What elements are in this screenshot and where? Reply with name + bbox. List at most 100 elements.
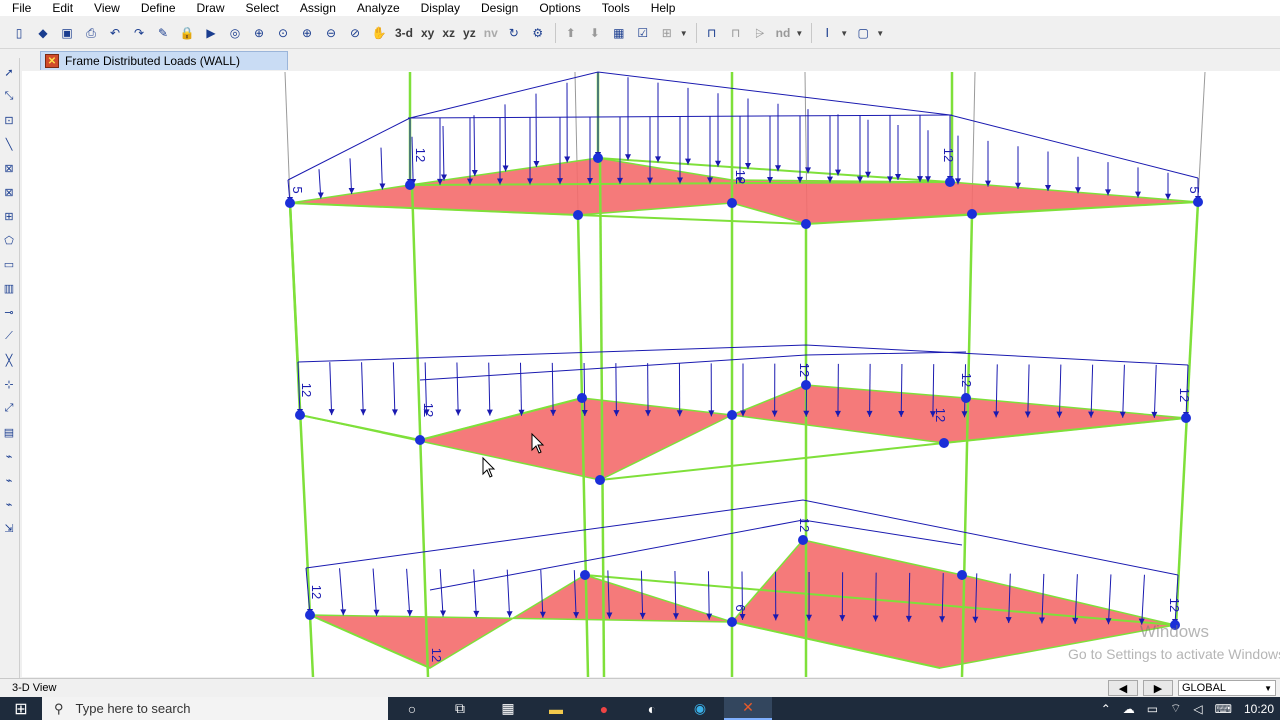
draw-link-icon[interactable]: ⊸ [0, 302, 18, 322]
menu-tools[interactable]: Tools [590, 1, 639, 15]
redo-icon[interactable]: ↷ [128, 22, 150, 44]
cortana-icon[interactable]: ○ [388, 697, 436, 720]
draw-section-cut-icon[interactable]: ⤢ [0, 398, 18, 418]
i-beam-icon[interactable]: Ⅰ [816, 22, 838, 44]
area-section-icon[interactable]: ▢ [852, 22, 874, 44]
tab-frame-distributed-loads[interactable]: ✕ Frame Distributed Loads (WALL) [40, 51, 288, 70]
model-viewport[interactable]: 12 12 5 5 12 12 12 12 12 12 12 12 6 12 12 12 [22, 71, 1280, 677]
sap2000-taskbar-icon[interactable]: ✕ [724, 697, 772, 720]
set-display-options-icon[interactable]: ☑ [632, 22, 654, 44]
rotate-icon[interactable]: ↻ [503, 22, 525, 44]
menu-display[interactable]: Display [409, 1, 469, 15]
chevron-down-icon[interactable]: ▼ [680, 29, 688, 38]
select-all-icon[interactable]: ⌁ [0, 446, 18, 466]
load-envelope [419, 351, 967, 381]
open-model-icon[interactable]: ◆ [32, 22, 54, 44]
load-value-label: 12 [299, 383, 314, 397]
get-previous-selection-icon[interactable]: ⌁ [0, 470, 18, 490]
edge-icon[interactable]: ◉ [676, 697, 724, 720]
moment-diagram-icon[interactable]: ⩥ [749, 22, 771, 44]
draw-joint-icon[interactable]: ⊡ [0, 110, 18, 130]
reshape-icon[interactable]: ⤡ [0, 86, 18, 106]
windows-start-icon[interactable]: ⊞ [0, 697, 42, 720]
load-arrow [439, 569, 444, 617]
zoom-out-icon[interactable]: ⊖ [320, 22, 342, 44]
view-3d-button[interactable]: 3-d [392, 22, 416, 44]
next-view-button[interactable]: ▶ [1143, 680, 1173, 696]
clear-selection-icon[interactable]: ⌁ [0, 494, 18, 514]
draw-rect-area-icon[interactable]: ▭ [0, 254, 18, 274]
view-xz-button[interactable]: xz [439, 22, 458, 44]
menu-edit[interactable]: Edit [40, 1, 82, 15]
new-file-icon[interactable]: ▯ [8, 22, 30, 44]
quick-braces-icon[interactable]: ⊠ [0, 182, 18, 202]
menu-select[interactable]: Select [234, 1, 288, 15]
quick-frame-icon[interactable]: ⊠ [0, 158, 18, 178]
lock-icon[interactable]: 🔒 [176, 22, 198, 44]
zoom-previous-icon[interactable]: ⊘ [344, 22, 366, 44]
frame-shape-icon[interactable]: ⊓ [725, 22, 747, 44]
frame-section-icon[interactable]: ⊓ [701, 22, 723, 44]
view-xy-button[interactable]: xy [418, 22, 437, 44]
quick-secondary-icon[interactable]: ⊞ [0, 206, 18, 226]
snap-icon[interactable]: ⇲ [0, 518, 18, 538]
run-analysis-icon[interactable]: ▶ [200, 22, 222, 44]
menu-options[interactable]: Options [527, 1, 589, 15]
pan-hand-icon[interactable]: ✋ [368, 22, 390, 44]
draw-frame-icon[interactable]: ╲ [0, 134, 18, 154]
menu-assign[interactable]: Assign [288, 1, 345, 15]
tray-overflow-icon[interactable]: ⌃ [1101, 702, 1111, 716]
draw-tendon-icon[interactable]: ⊹ [0, 374, 18, 394]
display-tools-icon[interactable]: ⊞ [656, 22, 678, 44]
menu-draw[interactable]: Draw [185, 1, 234, 15]
clock-label[interactable]: 10:20 [1244, 702, 1274, 716]
animation-icon[interactable]: ◎ [224, 22, 246, 44]
pointer-icon[interactable]: ➚ [0, 62, 18, 82]
view-nv-button[interactable]: nv [481, 22, 501, 44]
quick-draw-area-icon[interactable]: ▥ [0, 278, 18, 298]
chrome-icon[interactable]: ● [580, 697, 628, 720]
network-tool-icon[interactable]: ◐ [628, 697, 676, 720]
chevron-down-icon[interactable]: ▼ [795, 29, 803, 38]
volume-icon[interactable]: ◁ [1193, 702, 1202, 716]
menu-file[interactable]: File [0, 1, 40, 15]
joint-node [945, 177, 955, 187]
zoom-extents-icon[interactable]: ⊙ [272, 22, 294, 44]
object-shrink-icon[interactable]: ▦ [608, 22, 630, 44]
draw-developed-icon[interactable]: ▤ [0, 422, 18, 442]
save-icon[interactable]: ▣ [56, 22, 78, 44]
perspective-icon[interactable]: ⚙ [527, 22, 549, 44]
chevron-down-icon[interactable]: ▼ [840, 29, 848, 38]
zoom-in-icon[interactable]: ⊕ [296, 22, 318, 44]
move-down-icon[interactable]: ⬇ [584, 22, 606, 44]
draw-cable-icon[interactable]: ╳ [0, 350, 18, 370]
language-icon[interactable]: ⌨ [1215, 702, 1232, 716]
load-arrow [329, 362, 333, 416]
coord-system-select[interactable]: GLOBAL ▼ [1178, 680, 1276, 696]
pencil-icon[interactable]: ✎ [152, 22, 174, 44]
move-up-icon[interactable]: ⬆ [560, 22, 582, 44]
menu-help[interactable]: Help [639, 1, 685, 15]
zoom-window-icon[interactable]: ⊕ [248, 22, 270, 44]
undo-icon[interactable]: ↶ [104, 22, 126, 44]
structure-3d-model[interactable]: 12 12 5 5 12 12 12 12 12 12 12 12 6 12 12 12 [22, 71, 1280, 677]
menu-define[interactable]: Define [129, 1, 185, 15]
menu-design[interactable]: Design [469, 1, 527, 15]
cloud-icon[interactable]: ☁ [1123, 702, 1135, 716]
joint-node [727, 198, 737, 208]
previous-view-button[interactable]: ◀ [1108, 680, 1138, 696]
menu-analyze[interactable]: Analyze [345, 1, 409, 15]
chevron-down-icon[interactable]: ▼ [876, 29, 884, 38]
draw-spring-icon[interactable]: ⟋ [0, 326, 18, 346]
nd-label[interactable]: nd [773, 22, 794, 44]
view-yz-button[interactable]: yz [460, 22, 479, 44]
network-icon[interactable]: ⌔ [1170, 701, 1181, 716]
taskbar-search-box[interactable]: ⚲ Type here to search [42, 697, 388, 720]
print-icon[interactable]: ⎙ [80, 22, 102, 44]
menu-view[interactable]: View [82, 1, 129, 15]
battery-icon[interactable]: ▭ [1147, 702, 1158, 716]
task-view-icon[interactable]: ⧉ [436, 697, 484, 720]
calculator-icon[interactable]: ▦ [484, 697, 532, 720]
file-explorer-icon[interactable]: ▬ [532, 697, 580, 720]
draw-poly-area-icon[interactable]: ⬠ [0, 230, 18, 250]
